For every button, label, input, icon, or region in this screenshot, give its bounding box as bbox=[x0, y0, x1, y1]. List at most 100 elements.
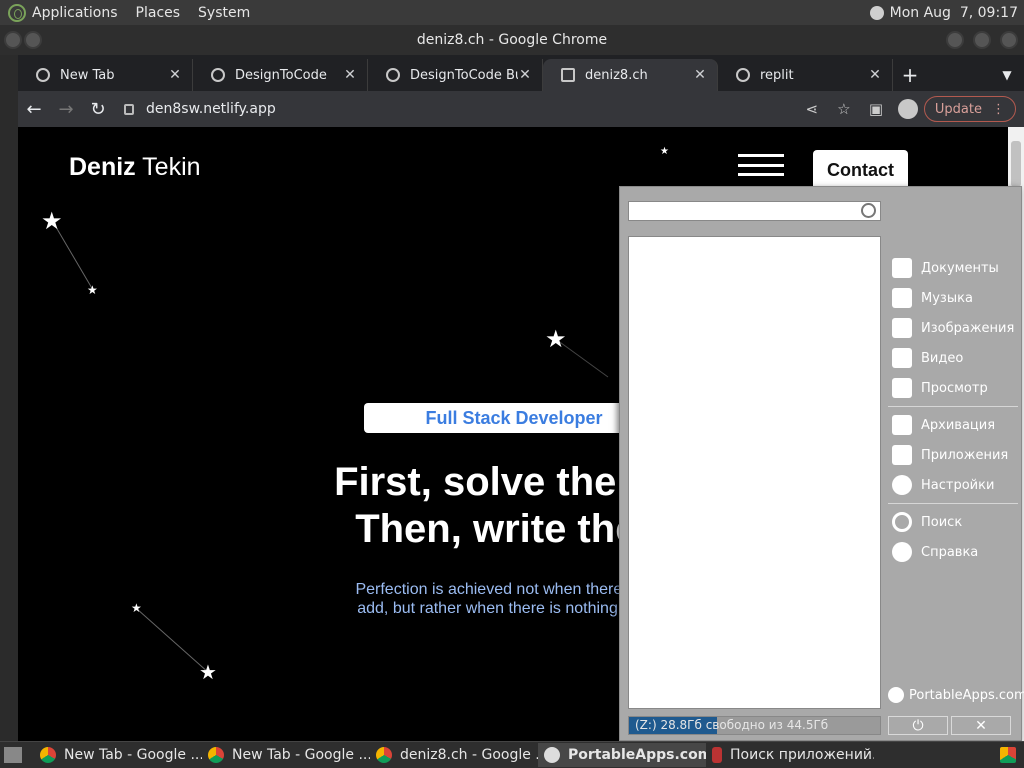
minimize-icon[interactable] bbox=[946, 31, 964, 49]
tab-label: replit bbox=[760, 67, 794, 83]
maximize-icon[interactable] bbox=[973, 31, 991, 49]
lock-icon[interactable] bbox=[124, 103, 134, 115]
portableapps-brand[interactable]: PortableApps.com bbox=[888, 687, 1024, 703]
url-text[interactable]: den8sw.netlify.app bbox=[146, 101, 276, 117]
star-icon: ★ bbox=[660, 146, 669, 157]
menu-help[interactable]: Справка bbox=[888, 537, 1018, 567]
menu-backup[interactable]: Архивация bbox=[888, 410, 1018, 440]
taskbar-item[interactable]: PortableApps.com ... bbox=[538, 743, 706, 767]
close-tab-icon[interactable]: ✕ bbox=[868, 67, 882, 83]
taskbar-item[interactable]: deniz8.ch - Google ... bbox=[370, 743, 538, 767]
image-icon bbox=[892, 318, 912, 338]
network-tray-icon[interactable] bbox=[869, 5, 884, 20]
drive-space-text: (Z:) 28.8Гб свободно из 44.5Гб bbox=[635, 718, 829, 732]
music-icon bbox=[892, 288, 912, 308]
taskbar-label: New Tab - Google ... bbox=[64, 747, 202, 763]
gear-icon bbox=[892, 475, 912, 495]
tab-replit[interactable]: replit ✕ bbox=[718, 59, 893, 91]
site-brand[interactable]: Deniz Tekin bbox=[69, 153, 201, 182]
clock[interactable]: Mon Aug 7, 09:17 bbox=[890, 5, 1018, 21]
brand-label: PortableApps.com bbox=[909, 687, 1024, 703]
forward-icon[interactable]: → bbox=[50, 99, 82, 120]
tab-deniz8[interactable]: deniz8.ch ✕ bbox=[543, 59, 718, 91]
close-tab-icon[interactable]: ✕ bbox=[343, 67, 357, 83]
menu-music[interactable]: Музыка bbox=[888, 283, 1018, 313]
bookmark-star-icon[interactable]: ☆ bbox=[828, 100, 860, 118]
app-list[interactable] bbox=[628, 236, 881, 709]
portableapps-logo-icon bbox=[544, 747, 560, 763]
app-search-icon bbox=[712, 747, 722, 763]
folder-icon bbox=[892, 378, 912, 398]
reload-icon[interactable]: ↻ bbox=[82, 99, 114, 120]
close-tab-icon[interactable]: ✕ bbox=[168, 67, 182, 83]
top-panel: Applications Places System Mon Aug 7, 09… bbox=[0, 0, 1024, 25]
update-label: Update bbox=[934, 101, 982, 117]
workspace-icon bbox=[1000, 747, 1016, 763]
power-button[interactable]: ⏻ bbox=[888, 716, 948, 735]
address-bar[interactable]: den8sw.netlify.app bbox=[124, 95, 796, 123]
kebab-menu-icon: ⋮ bbox=[992, 101, 1005, 117]
menu-documents[interactable]: Документы bbox=[888, 253, 1018, 283]
site-favicon-icon bbox=[561, 68, 575, 82]
places-menu[interactable]: Places bbox=[136, 5, 181, 21]
menu-label: Архивация bbox=[921, 417, 996, 433]
search-icon[interactable] bbox=[861, 203, 876, 218]
profile-avatar-icon[interactable] bbox=[897, 99, 918, 119]
tab-search-chevron-icon[interactable]: ▼ bbox=[990, 59, 1024, 91]
scrollbar-thumb[interactable] bbox=[1011, 141, 1021, 187]
chrome-icon bbox=[40, 747, 56, 763]
close-tab-icon[interactable]: ✕ bbox=[518, 67, 532, 83]
menu-video[interactable]: Видео bbox=[888, 343, 1018, 373]
documents-icon bbox=[892, 258, 912, 278]
menu-label: Просмотр bbox=[921, 380, 988, 396]
show-desktop-icon[interactable] bbox=[4, 747, 22, 763]
taskbar-label: PortableApps.com ... bbox=[568, 747, 706, 763]
menu-label: Изображения bbox=[921, 320, 1015, 336]
taskbar-label: deniz8.ch - Google ... bbox=[400, 747, 538, 763]
side-panel-icon[interactable]: ▣ bbox=[860, 100, 892, 118]
menu-search[interactable]: Поиск bbox=[888, 507, 1018, 537]
tab-label: DesignToCode bbox=[235, 67, 327, 83]
window-shade-icon[interactable] bbox=[24, 31, 42, 49]
tab-new-tab[interactable]: New Tab ✕ bbox=[18, 59, 193, 91]
app-search-input[interactable] bbox=[628, 201, 881, 221]
portableapps-sidebar: Документы Музыка Изображения Видео Просм… bbox=[888, 253, 1018, 567]
system-menu[interactable]: System bbox=[198, 5, 250, 21]
menu-options[interactable]: Настройки bbox=[888, 470, 1018, 500]
workspace-switcher[interactable] bbox=[994, 743, 1024, 767]
distro-logo-icon[interactable] bbox=[8, 3, 26, 22]
close-tab-icon[interactable]: ✕ bbox=[693, 67, 707, 83]
menu-divider bbox=[888, 503, 1018, 504]
tab-designtocode-build[interactable]: DesignToCode Buil ✕ bbox=[368, 59, 543, 91]
taskbar-item[interactable]: New Tab - Google ... bbox=[34, 743, 202, 767]
close-menu-button[interactable]: ✕ bbox=[951, 716, 1011, 735]
taskbar-item[interactable]: New Tab - Google ... bbox=[202, 743, 370, 767]
new-tab-button[interactable]: + bbox=[893, 59, 927, 91]
magnifier-icon bbox=[892, 512, 912, 532]
window-menu-icon[interactable] bbox=[4, 31, 22, 49]
window-titlebar: deniz8.ch - Google Chrome bbox=[0, 25, 1024, 55]
menu-explore[interactable]: Просмотр bbox=[888, 373, 1018, 403]
back-icon[interactable]: ← bbox=[18, 99, 50, 120]
hamburger-menu-icon[interactable] bbox=[738, 154, 784, 176]
tab-label: DesignToCode Buil bbox=[410, 67, 518, 83]
window-title: deniz8.ch - Google Chrome bbox=[416, 32, 608, 48]
update-button[interactable]: Update ⋮ bbox=[923, 96, 1016, 122]
menu-label: Музыка bbox=[921, 290, 973, 306]
help-icon bbox=[892, 542, 912, 562]
star-icon: ★ bbox=[41, 207, 63, 235]
portableapps-logo-icon bbox=[888, 687, 904, 703]
taskbar: New Tab - Google ... New Tab - Google ..… bbox=[0, 741, 1024, 768]
globe-icon bbox=[736, 68, 750, 82]
contact-button[interactable]: Contact bbox=[813, 150, 908, 190]
drive-space-bar: (Z:) 28.8Гб свободно из 44.5Гб bbox=[628, 716, 881, 735]
close-window-icon[interactable] bbox=[1000, 31, 1018, 49]
taskbar-item[interactable]: Поиск приложений... bbox=[706, 743, 874, 767]
tab-designtocode[interactable]: DesignToCode ✕ bbox=[193, 59, 368, 91]
menu-apps[interactable]: Приложения bbox=[888, 440, 1018, 470]
menu-images[interactable]: Изображения bbox=[888, 313, 1018, 343]
browser-toolbar: ← → ↻ den8sw.netlify.app ⋖ ☆ ▣ Update ⋮ bbox=[18, 91, 1024, 127]
applications-menu[interactable]: Applications bbox=[32, 5, 118, 21]
share-icon[interactable]: ⋖ bbox=[796, 100, 828, 118]
brand-last: Tekin bbox=[135, 153, 201, 181]
